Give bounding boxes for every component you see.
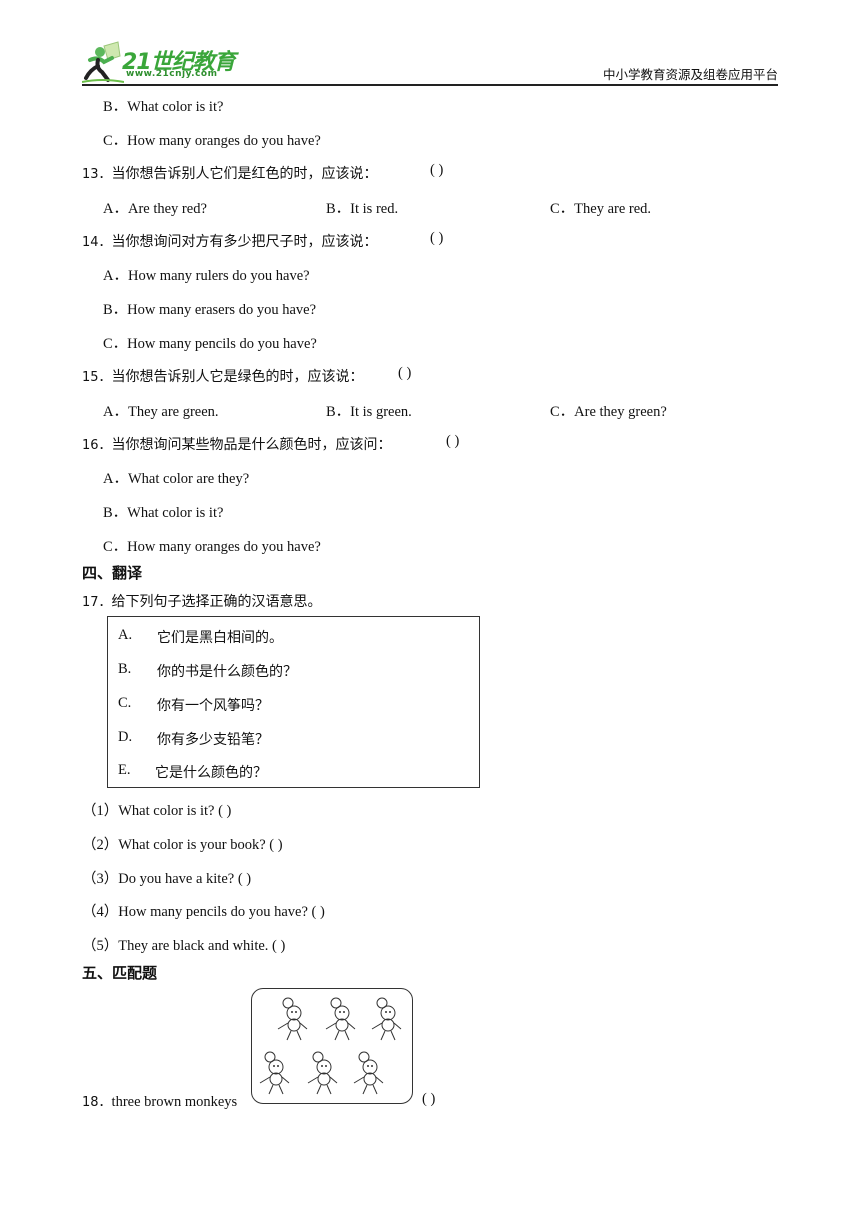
q17-item-5: （5）They are black and white. ( ) — [82, 938, 286, 954]
monkey-icon — [353, 1051, 384, 1095]
choice-c-letter: C. — [118, 695, 132, 711]
q14-answer-blank[interactable]: ( ) — [430, 230, 443, 247]
q16-option-c: C．How many oranges do you have? — [103, 539, 321, 555]
q16-stem: 16．当你想询问某些物品是什么颜色时，应该问： — [82, 437, 392, 453]
q14-stem: 14．当你想询问对方有多少把尺子时，应该说： — [82, 234, 378, 250]
choice-b-text: 你的书是什么颜色的？ — [157, 664, 297, 680]
monkey-icon — [259, 1051, 290, 1095]
q16-answer-blank[interactable]: ( ) — [446, 433, 459, 450]
q17-item-4: （4）How many pencils do you have? ( ) — [82, 904, 325, 920]
header-divider — [82, 84, 778, 86]
choice-c-text: 你有一个风筝吗？ — [157, 698, 269, 714]
monkey-icon — [277, 997, 308, 1041]
monkey-icon — [371, 997, 402, 1041]
q15-answer-blank[interactable]: ( ) — [398, 365, 411, 382]
q16-option-b: B．What color is it? — [103, 505, 224, 521]
runner-logo-icon — [82, 41, 124, 83]
choice-a-text: 它们是黑白相间的。 — [157, 630, 283, 646]
q13-option-b: B．It is red. — [326, 201, 399, 217]
section-5-title: 五、匹配题 — [82, 964, 158, 982]
q14-option-a: A．How many rulers do you have? — [103, 268, 310, 284]
choice-e-text: 它是什么颜色的？ — [155, 765, 267, 781]
choice-d-letter: D. — [118, 729, 133, 745]
q13-stem: 13．当你想告诉别人它们是红色的时，应该说： — [82, 166, 378, 182]
q14-option-b: B．How many erasers do you have? — [103, 302, 317, 318]
choice-a-letter: A. — [118, 627, 133, 643]
platform-title: 中小学教育资源及组卷应用平台 — [602, 67, 778, 82]
choice-e-letter: E. — [118, 762, 131, 778]
monkeys-image — [251, 988, 413, 1104]
section-4-title: 四、翻译 — [82, 564, 143, 582]
monkey-icon — [325, 997, 356, 1041]
q17-item-2: （2）What color is your book? ( ) — [82, 837, 283, 853]
q15-option-a: A．They are green. — [103, 404, 219, 420]
q18-answer-blank[interactable]: ( ) — [422, 1091, 435, 1108]
logo-url-text: www.21cnjy.com — [126, 69, 218, 79]
q13-answer-blank[interactable]: ( ) — [430, 162, 443, 179]
q12-option-c: C．How many oranges do you have? — [103, 133, 321, 149]
q12-option-b: B．What color is it? — [103, 99, 224, 115]
q15-option-c: C．Are they green? — [550, 404, 667, 420]
site-logo: 21世纪教育 www.21cnjy.com — [82, 40, 252, 84]
q17-stem: 17．给下列句子选择正确的汉语意思。 — [82, 594, 322, 610]
q14-option-c: C．How many pencils do you have? — [103, 336, 317, 352]
q17-item-1: （1）What color is it? ( ) — [82, 803, 232, 819]
q18-text: 18．three brown monkeys — [82, 1094, 238, 1110]
q17-item-3: （3）Do you have a kite? ( ) — [82, 871, 252, 887]
q15-stem: 15．当你想告诉别人它是绿色的时，应该说： — [82, 369, 364, 385]
choice-d-text: 你有多少支铅笔？ — [157, 732, 269, 748]
q13-option-a: A．Are they red? — [103, 201, 207, 217]
monkey-icon — [307, 1051, 338, 1095]
q13-option-c: C．They are red. — [550, 201, 652, 217]
choice-b-letter: B. — [118, 661, 132, 677]
q15-option-b: B．It is green. — [326, 404, 412, 420]
q16-option-a: A．What color are they? — [103, 471, 250, 487]
